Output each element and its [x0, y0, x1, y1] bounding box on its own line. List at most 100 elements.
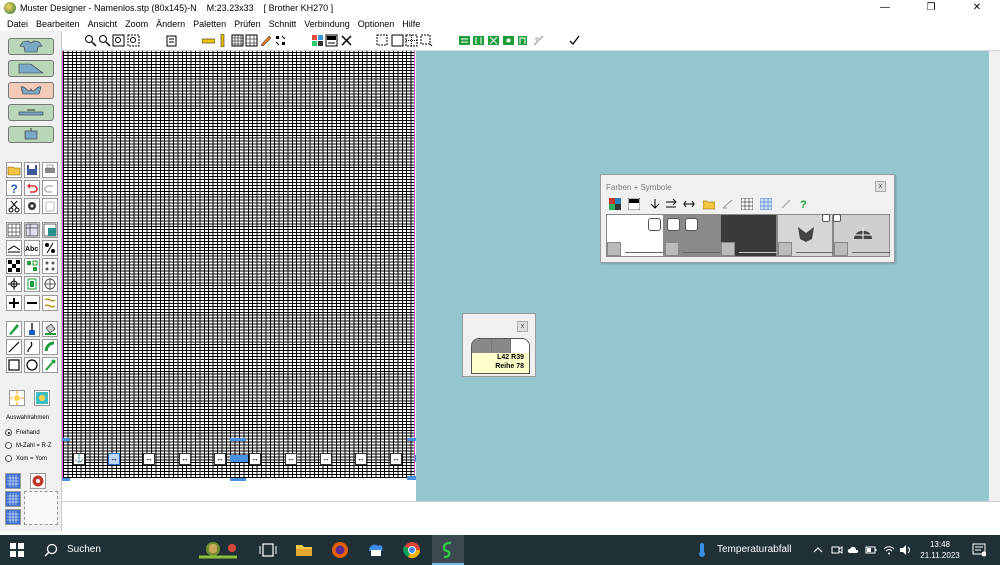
swap-icon[interactable] [665, 198, 677, 210]
copy-icon[interactable] [24, 198, 40, 214]
menu-pruefen[interactable]: Prüfen [230, 19, 265, 29]
needle-marker-icon[interactable]: ↔ [143, 453, 155, 465]
pattern-icon[interactable] [274, 34, 287, 47]
needle-marker-icon[interactable]: ↔ [320, 453, 332, 465]
radio-xom[interactable]: Xom = Yom [5, 455, 47, 462]
frame-icon[interactable] [391, 34, 404, 47]
record-icon[interactable] [30, 473, 46, 489]
menu-paletten[interactable]: Paletten [189, 19, 230, 29]
volume-icon[interactable] [899, 544, 911, 556]
color-swatch-white[interactable] [606, 214, 664, 257]
target-icon[interactable] [42, 276, 58, 292]
pattern-green-icon[interactable] [24, 258, 40, 274]
zoom-area-icon[interactable] [127, 34, 140, 47]
selection-handle[interactable] [230, 438, 246, 441]
battery-icon[interactable] [865, 544, 877, 556]
selection-handle[interactable] [230, 455, 248, 462]
radio-m-zahl[interactable]: M-Zahl = R-Z [5, 442, 52, 449]
grid-mode-icon[interactable] [245, 34, 258, 47]
line-icon[interactable] [6, 339, 22, 355]
grid-blue-icon[interactable] [760, 198, 772, 210]
pattern-dots-icon[interactable] [42, 258, 58, 274]
arrow-down-icon[interactable] [649, 198, 661, 210]
curve-icon[interactable] [24, 339, 40, 355]
close-button[interactable]: ✕ [954, 0, 1000, 16]
selection-handle[interactable] [62, 478, 70, 481]
mirror-icon[interactable] [6, 240, 22, 256]
pencil-icon[interactable] [6, 321, 22, 337]
chain-icon[interactable] [42, 295, 58, 311]
search-icon[interactable] [44, 543, 58, 557]
selection-handle[interactable] [230, 478, 246, 481]
grid-view-3-icon[interactable] [5, 509, 21, 525]
vertical-scrollbar[interactable] [989, 51, 1000, 501]
color-grid-icon[interactable] [609, 198, 621, 210]
print-icon[interactable] [42, 162, 58, 178]
menu-hilfe[interactable]: Hilfe [398, 19, 424, 29]
meet-now-icon[interactable] [831, 544, 843, 556]
selection-handle[interactable] [62, 438, 70, 441]
minus-icon[interactable] [24, 295, 40, 311]
table-edit-icon[interactable] [24, 222, 40, 238]
radio-xom-dot[interactable] [5, 455, 12, 462]
select-grid-icon[interactable] [405, 34, 418, 47]
needle-marker-icon[interactable]: ↔ [108, 453, 120, 465]
radio-m-zahl-dot[interactable] [5, 442, 12, 449]
spray-icon[interactable] [42, 339, 58, 355]
sleeve-button[interactable] [8, 60, 54, 77]
task-view-icon[interactable] [258, 540, 278, 560]
needle-marker-icon[interactable]: ↔ [214, 453, 226, 465]
menu-optionen[interactable]: Optionen [354, 19, 399, 29]
radio-freihand-dot[interactable] [5, 429, 12, 436]
select-copy-icon[interactable] [420, 34, 433, 47]
back-part-button[interactable] [8, 82, 54, 99]
thermometer-icon[interactable] [696, 542, 708, 558]
menu-aendern[interactable]: Ändern [152, 19, 189, 29]
eyedropper-icon[interactable] [42, 357, 58, 373]
symbol-tool-icon[interactable] [42, 240, 58, 256]
save-icon[interactable] [24, 162, 40, 178]
cloud-icon[interactable] [847, 544, 859, 556]
menu-bearbeiten[interactable]: Bearbeiten [32, 19, 84, 29]
rotate-icon[interactable] [24, 276, 40, 292]
chevron-up-icon[interactable] [812, 544, 824, 556]
tools-icon[interactable] [340, 34, 353, 47]
windows-start-icon[interactable] [10, 543, 24, 557]
grid-icon[interactable] [231, 34, 244, 47]
needle-marker-icon[interactable]: ↔ [179, 453, 191, 465]
checker-icon[interactable] [6, 258, 22, 274]
symbol-table-icon[interactable] [628, 198, 640, 210]
pen-icon[interactable] [259, 34, 272, 47]
machine-icon[interactable] [165, 34, 178, 47]
collar-button[interactable] [8, 104, 54, 121]
menu-verbindung[interactable]: Verbindung [300, 19, 354, 29]
grid-small-icon[interactable] [741, 198, 753, 210]
radio-freihand[interactable]: Freihand [5, 429, 40, 436]
zoom-out-icon[interactable] [98, 34, 111, 47]
needle-marker-icon[interactable]: ↔ [355, 453, 367, 465]
zoom-in-icon[interactable] [84, 34, 97, 47]
firefox-icon[interactable] [330, 540, 350, 560]
ruler-vertical-icon[interactable] [216, 34, 229, 47]
pocket-button[interactable] [8, 126, 54, 143]
knit-green-icon-2[interactable] [472, 34, 485, 47]
menu-ansicht[interactable]: Ansicht [84, 19, 122, 29]
zoom-fit-icon[interactable] [112, 34, 125, 47]
color-palette-icon[interactable] [311, 34, 324, 47]
wifi-icon[interactable] [883, 544, 895, 556]
check-icon[interactable] [568, 34, 581, 47]
horizontal-scrollbar[interactable] [62, 501, 1000, 531]
grid-view-2-icon[interactable] [5, 491, 21, 507]
anchor-icon[interactable]: ⚓ [73, 453, 85, 465]
folder-icon[interactable] [703, 198, 715, 210]
plus-icon[interactable] [6, 295, 22, 311]
menu-schnitt[interactable]: Schnitt [265, 19, 301, 29]
notification-icon[interactable] [972, 543, 986, 557]
knit-green-icon-4[interactable] [502, 34, 515, 47]
help-icon[interactable]: ? [6, 180, 22, 196]
knit-green-icon-1[interactable] [458, 34, 471, 47]
taskbar-clock[interactable]: 13:48 21.11.2023 [914, 539, 966, 561]
table-icon[interactable] [6, 222, 22, 238]
fill-icon[interactable] [42, 321, 58, 337]
mail-icon[interactable] [366, 540, 386, 560]
